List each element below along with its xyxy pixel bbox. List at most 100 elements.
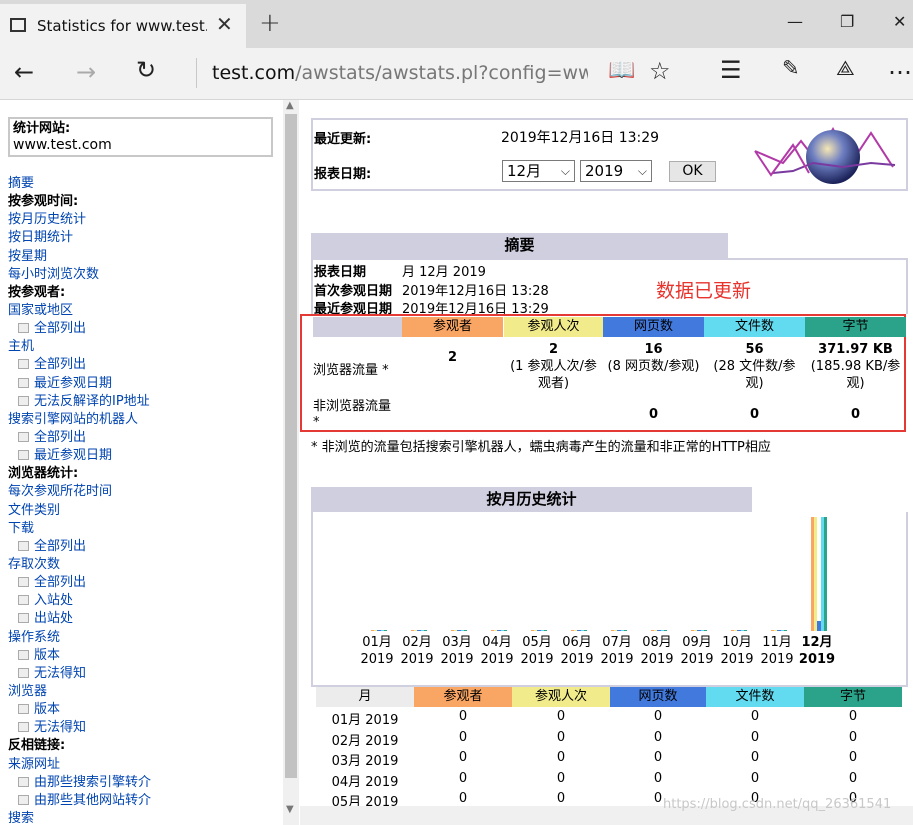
tick-month: 07月: [602, 635, 632, 650]
share-icon[interactable]: ⟁: [836, 56, 855, 81]
new-tab-icon[interactable]: +: [259, 8, 281, 38]
table-cell: 01月 2019: [331, 713, 399, 728]
sidebar-item-label: 搜索引擎网站的机器人: [8, 411, 139, 427]
sidebar-item[interactable]: 最近参观日期: [8, 375, 280, 393]
sidebar-item[interactable]: 国家或地区: [8, 302, 280, 320]
web-note-icon[interactable]: ✎: [782, 56, 800, 80]
sidebar-item[interactable]: 操作系统: [8, 629, 280, 647]
sidebar-item[interactable]: 由那些搜索引擎转介: [8, 774, 280, 792]
chart-bar: [423, 630, 427, 631]
monthly-table-header: 参观者: [414, 687, 512, 707]
tick-year: 2019: [480, 652, 514, 667]
favorite-star-icon[interactable]: ☆: [649, 57, 671, 85]
forward-icon[interactable]: →: [76, 58, 96, 86]
browser-traffic-ratio: (1 参观人次/参观者): [510, 359, 597, 391]
month-select[interactable]: 12月 ⌵: [502, 160, 575, 182]
tick-year: 2019: [520, 652, 554, 667]
summary-header-cell: 字节: [805, 317, 906, 337]
sidebar-item[interactable]: 无法反解译的IP地址: [8, 393, 280, 411]
sidebar-item[interactable]: 由那些其他网站转介: [8, 792, 280, 810]
sidebar-menu: 摘要 按参观时间: 按月历史统计 按日期统计 按星期 每小时浏览次数 按参观者: 国家或地区全…: [8, 175, 280, 825]
sidebar-item-label: 全部列出: [34, 538, 87, 554]
table-cell: 04月 2019: [331, 774, 399, 790]
scrollbar-thumb[interactable]: [285, 114, 297, 778]
sidebar-item-label: 操作系统: [8, 629, 61, 645]
sidebar-item[interactable]: 全部列出: [8, 356, 280, 374]
back-icon[interactable]: ←: [14, 58, 34, 86]
chart-bar: [823, 517, 827, 631]
refresh-icon[interactable]: ↻: [136, 56, 156, 84]
sidebar-item[interactable]: 全部列出: [8, 429, 280, 447]
table-cell: 02月 2019: [331, 733, 399, 749]
sidebar-item[interactable]: 出站处: [8, 610, 280, 628]
table-row: 04月 2019 0 0 0 0 0: [316, 769, 906, 790]
first-visit-value: 2019年12月16日 13:28: [402, 284, 549, 299]
monthly-table-header: 字节: [804, 687, 902, 707]
sidebar-item[interactable]: 全部列出: [8, 538, 280, 556]
sidebar-item[interactable]: 按星期: [8, 248, 280, 266]
close-tab-icon[interactable]: ✕: [216, 12, 233, 36]
browser-tab[interactable]: Statistics for www.test.co ✕: [0, 4, 246, 48]
chart-tick-label: 12月 2019: [797, 634, 837, 668]
sidebar-item[interactable]: 每次参观所花时间: [8, 483, 280, 501]
first-visit-label: 首次参观日期: [314, 284, 393, 299]
sidebar-item[interactable]: 搜索引擎网站的机器人: [8, 411, 280, 429]
sidebar-item[interactable]: 下载: [8, 520, 280, 538]
address-bar[interactable]: test.com/awstats/awstats.pl?config=www.t…: [212, 62, 588, 84]
minimize-icon[interactable]: —: [787, 12, 803, 31]
close-window-icon[interactable]: ✕: [893, 12, 906, 31]
sidebar-item[interactable]: 全部列出: [8, 574, 280, 592]
sidebar-item[interactable]: 浏览器: [8, 683, 280, 701]
scroll-down-icon[interactable]: ▼: [286, 804, 294, 815]
more-icon[interactable]: …: [888, 52, 912, 80]
tick-year: 2019: [760, 652, 794, 667]
sidebar-item[interactable]: 主机: [8, 338, 280, 356]
table-cell: 0: [848, 729, 858, 745]
table-cell: 0: [653, 729, 663, 745]
sidebar-item-label: 按参观时间:: [8, 194, 79, 210]
table-cell: 0: [750, 709, 760, 724]
sidebar-item[interactable]: 版本: [8, 647, 280, 665]
chart-tick-label: 11月 2019: [757, 634, 797, 668]
sidebar-item[interactable]: 最近参观日期: [8, 447, 280, 465]
browser-traffic-ratio: (185.98 KB/参观): [810, 359, 901, 391]
tick-year: 2019: [440, 652, 474, 667]
restore-icon[interactable]: ❐: [840, 12, 854, 31]
sidebar-item-label: 无法得知: [34, 720, 87, 736]
sidebar-item-label: 来源网址: [8, 756, 61, 772]
sidebar-item[interactable]: 存取次数: [8, 556, 280, 574]
sidebar-item[interactable]: 无法得知: [8, 665, 280, 683]
chart-bar: [623, 630, 627, 631]
sidebar-item[interactable]: 按日期统计: [8, 229, 280, 247]
hub-icon[interactable]: ☰: [720, 56, 742, 84]
sidebar-item[interactable]: 按月历史统计: [8, 211, 280, 229]
browser-traffic-value: 371.97 KB: [818, 342, 893, 357]
sidebar-item[interactable]: 搜索: [8, 810, 280, 825]
reading-view-icon[interactable]: 📖: [608, 58, 635, 83]
tick-month: 03月: [442, 635, 472, 650]
year-select[interactable]: 2019 ⌵: [580, 160, 652, 182]
summary-box: [311, 258, 908, 314]
table-cell: 0: [750, 770, 760, 786]
sidebar-item[interactable]: 入站处: [8, 592, 280, 610]
sidebar-item-label: 由那些搜索引擎转介: [34, 774, 152, 790]
chart-tick-label: 04月 2019: [477, 634, 517, 668]
sidebar-item-label: 全部列出: [34, 429, 87, 445]
sidebar-item[interactable]: 全部列出: [8, 320, 280, 338]
main-frame: 最近更新: 2019年12月16日 13:29 报表日期: 12月 ⌵ 2019 ⌵…: [300, 100, 913, 825]
tick-year: 2019: [360, 652, 394, 667]
scroll-up-icon[interactable]: ▲: [286, 100, 294, 111]
sidebar-item-label: 按参观者:: [8, 284, 66, 300]
ok-button[interactable]: OK: [669, 161, 716, 182]
chart-tick-label: 08月 2019: [637, 634, 677, 668]
table-row: 03月 2019 0 0 0 0 0: [316, 748, 906, 769]
left-frame-scrollbar[interactable]: ▲ ▼: [283, 100, 299, 825]
browser-traffic-ratio: (8 网页数/参观): [607, 359, 700, 374]
sidebar-item-label: 搜索: [8, 810, 35, 825]
sidebar-item[interactable]: 无法得知: [8, 719, 280, 737]
sidebar-item[interactable]: 文件类别: [8, 502, 280, 520]
sidebar-item[interactable]: 来源网址: [8, 756, 280, 774]
sidebar-item[interactable]: 摘要: [8, 175, 280, 193]
sidebar-item[interactable]: 每小时浏览次数: [8, 266, 280, 284]
sidebar-item[interactable]: 版本: [8, 701, 280, 719]
